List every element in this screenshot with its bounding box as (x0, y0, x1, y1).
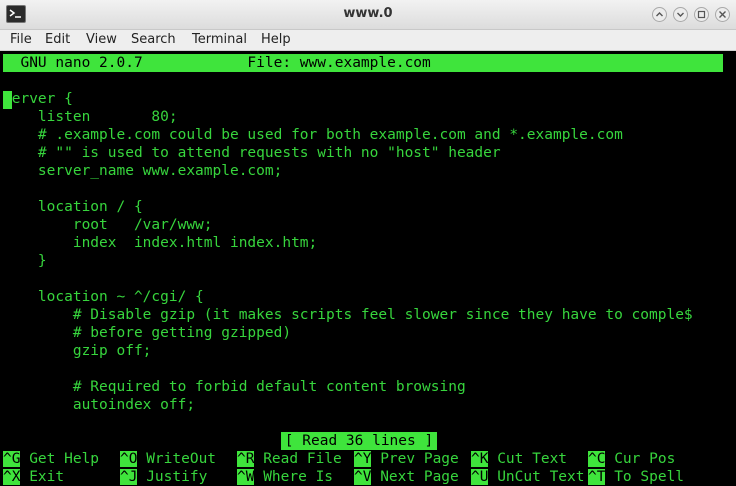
editor-line[interactable]: server_name www.example.com; (3, 162, 282, 180)
help-icon (656, 12, 663, 17)
shortcut-next-page[interactable]: ^V Next Page (354, 468, 459, 486)
menu-help[interactable]: Help (261, 32, 291, 47)
shortcut-prev-page[interactable]: ^Y Prev Page (354, 450, 459, 468)
shortcut-key: ^U (471, 469, 489, 485)
shortcut-label: UnCut Text (497, 469, 585, 485)
shortcut-exit[interactable]: ^X Exit (3, 468, 64, 486)
maximize-button[interactable] (694, 7, 709, 22)
shortcut-label: Where Is (263, 469, 334, 485)
shortcut-justify[interactable]: ^J Justify (120, 468, 207, 486)
shortcut-label: Cut Text (497, 451, 568, 467)
shortcut-key: ^T (588, 469, 606, 485)
shortcut-writeout[interactable]: ^O WriteOut (120, 450, 216, 468)
window-titlebar: www.0 (0, 0, 736, 30)
shortcut-label: Read File (263, 451, 342, 467)
editor-line[interactable]: # before getting gzipped) (3, 324, 291, 342)
shortcut-read-file[interactable]: ^R Read File (237, 450, 342, 468)
window-title: www.0 (343, 6, 393, 21)
shortcut-label: Justify (146, 469, 208, 485)
help-button[interactable] (652, 7, 667, 22)
shortcut-label: Cur Pos (614, 451, 676, 467)
editor-line[interactable]: # Required to forbid default content bro… (3, 378, 466, 396)
minimize-button[interactable] (673, 7, 688, 22)
shortcut-key: ^J (120, 469, 138, 485)
shortcut-label: Exit (29, 469, 65, 485)
shortcut-cut-text[interactable]: ^K Cut Text (471, 450, 567, 468)
shortcut-label: To Spell (614, 469, 685, 485)
editor-line[interactable]: # .example.com could be used for both ex… (3, 126, 623, 144)
editor-line[interactable]: # "" is used to attend requests with no … (3, 144, 501, 162)
shortcut-where-is[interactable]: ^W Where Is (237, 468, 333, 486)
shortcut-key: ^G (3, 451, 21, 467)
status-message: [ Read 36 lines ] (281, 432, 437, 450)
close-button[interactable] (715, 7, 730, 22)
shortcut-key: ^V (354, 469, 372, 485)
menu-edit[interactable]: Edit (45, 32, 70, 47)
menu-file[interactable]: File (10, 32, 32, 47)
editor-line[interactable]: # Disable gzip (it makes scripts feel sl… (3, 306, 693, 324)
text-cursor (3, 91, 12, 109)
shortcut-key: ^X (3, 469, 21, 485)
editor-line[interactable]: location ~ ^/cgi/ { (3, 288, 204, 306)
shortcut-to-spell[interactable]: ^T To Spell (588, 468, 684, 486)
menu-terminal[interactable]: Terminal (192, 32, 247, 47)
menu-search[interactable]: Search (131, 32, 176, 47)
editor-line[interactable]: } (3, 252, 47, 270)
editor-line[interactable]: autoindex off; (3, 396, 195, 414)
shortcut-key: ^O (120, 451, 138, 467)
shortcut-label: Prev Page (380, 451, 459, 467)
editor-line[interactable]: root /var/www; (3, 216, 213, 234)
shortcut-key: ^C (588, 451, 606, 467)
close-icon (719, 11, 726, 18)
shortcut-uncut-text[interactable]: ^U UnCut Text (471, 468, 585, 486)
shortcut-label: WriteOut (146, 451, 217, 467)
shortcut-get-help[interactable]: ^G Get Help (3, 450, 99, 468)
editor-line[interactable]: listen 80; (3, 108, 178, 126)
shortcut-cur-pos[interactable]: ^C Cur Pos (588, 450, 675, 468)
menu-bar: File Edit View Search Terminal Help (0, 30, 736, 51)
shortcut-label: Get Help (29, 451, 100, 467)
editor-line[interactable]: location / { (3, 198, 143, 216)
terminal-area[interactable]: GNU nano 2.0.7 File: www.example.com ser… (0, 51, 736, 485)
maximize-icon (697, 10, 706, 19)
shortcut-label: Next Page (380, 469, 459, 485)
shortcut-key: ^Y (354, 451, 372, 467)
menu-view[interactable]: View (86, 32, 117, 47)
nano-header: GNU nano 2.0.7 File: www.example.com (3, 54, 723, 72)
shortcut-key: ^R (237, 451, 255, 467)
minimize-icon (677, 12, 684, 17)
editor-line[interactable]: server { (3, 90, 73, 108)
editor-line[interactable]: index index.html index.htm; (3, 234, 317, 252)
shortcut-key: ^W (237, 469, 255, 485)
editor-line[interactable]: gzip off; (3, 342, 152, 360)
shortcut-key: ^K (471, 451, 489, 467)
